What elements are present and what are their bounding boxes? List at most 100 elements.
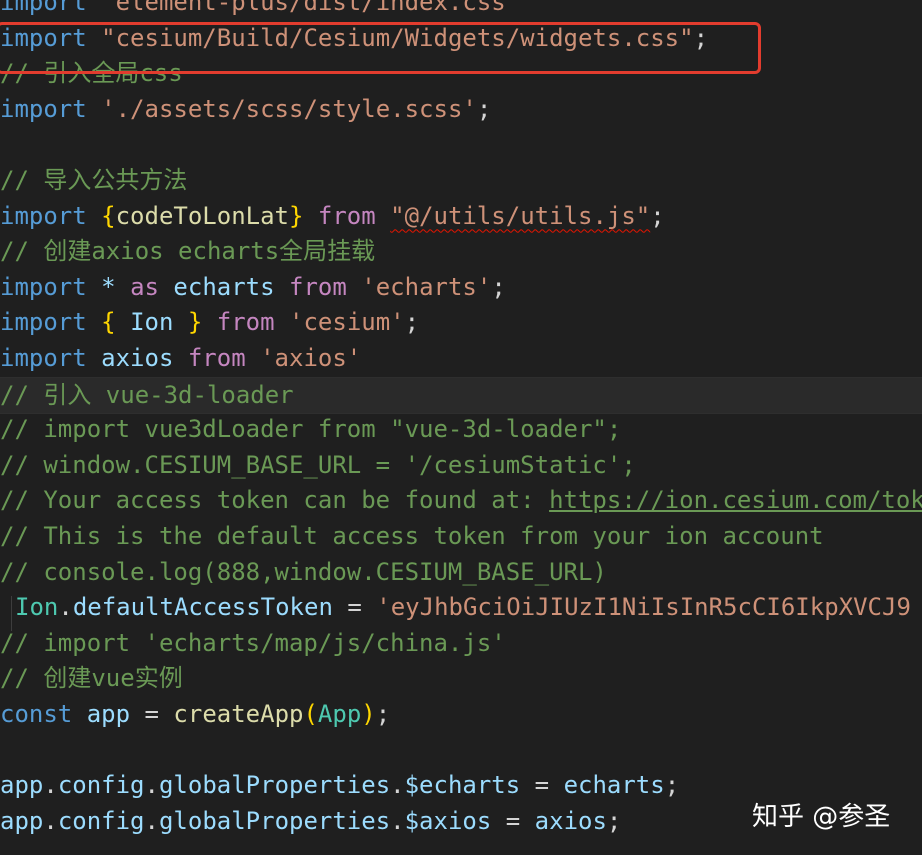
code-line[interactable]: import axios from 'axios'	[0, 341, 922, 376]
code-token: from	[187, 344, 246, 372]
code-line[interactable]: import './assets/scss/style.scss';	[0, 92, 922, 127]
highlight-annotation-box	[0, 22, 761, 74]
code-token: axios	[534, 806, 607, 835]
code-token: codeToLonLat	[115, 201, 289, 230]
code-token: App	[317, 700, 362, 728]
code-token: // 引入 vue-3d-loader	[0, 380, 294, 409]
watermark: 知乎 @参圣	[752, 802, 891, 832]
code-token: config	[57, 806, 145, 835]
code-token: echarts	[563, 771, 665, 800]
code-line[interactable]: // import vue3dLoader from "vue-3d-loade…	[0, 412, 922, 447]
code-line[interactable]: // Your access token can be found at: ht…	[0, 483, 922, 518]
code-token: import	[0, 344, 87, 372]
code-token: .	[390, 806, 405, 835]
code-token: import	[0, 94, 87, 123]
code-token: as	[130, 272, 159, 301]
code-token: =	[491, 806, 535, 835]
code-token: // import vue3dLoader from "vue-3d-loade…	[0, 415, 622, 444]
code-token: ;	[375, 700, 391, 728]
code-line[interactable]: Ion.defaultAccessToken = 'eyJhbGciOiJIUz…	[0, 590, 922, 625]
code-token: app	[86, 700, 131, 728]
code-token: ;	[650, 201, 665, 230]
code-line[interactable]: import * as echarts from 'echarts';	[0, 270, 922, 305]
code-token: .	[58, 593, 73, 622]
code-line[interactable]: import 'element-plus/dist/index.css'	[0, 0, 922, 20]
code-token: config	[57, 771, 145, 800]
code-token: // 创建vue实例	[0, 664, 183, 693]
code-token: $echarts	[404, 771, 521, 800]
code-token: axios	[101, 344, 174, 372]
code-token: {	[101, 201, 116, 230]
code-token: =	[520, 771, 564, 800]
code-token: ;	[664, 771, 680, 800]
code-token: app	[0, 771, 44, 800]
code-line[interactable]: // 创建vue实例	[0, 661, 922, 696]
code-line[interactable]: // 引入 vue-3d-loader	[0, 376, 922, 414]
code-token: createApp	[173, 700, 304, 728]
code-token: }	[289, 201, 304, 230]
code-token: import	[0, 308, 87, 337]
code-token: ;	[491, 272, 506, 301]
code-token: (	[303, 700, 318, 728]
code-token: import	[0, 272, 87, 301]
code-token: defaultAccessToken	[72, 593, 333, 622]
code-token: 'echarts'	[361, 272, 492, 301]
code-line[interactable]	[0, 733, 922, 768]
code-token: // This is the default access token from…	[0, 522, 824, 550]
code-token: // Your access token can be found at:	[0, 486, 550, 515]
code-token: *	[101, 272, 116, 301]
code-token: from	[216, 308, 275, 337]
code-line[interactable]: // 导入公共方法	[0, 163, 922, 198]
code-token: )	[361, 700, 376, 728]
code-token: Ion	[130, 308, 174, 337]
code-token: // 导入公共方法	[0, 166, 188, 194]
code-token: const	[0, 700, 73, 728]
code-token: // window.CESIUM_BASE_URL = '/cesiumStat…	[0, 450, 636, 479]
code-token: 'cesium'	[289, 308, 405, 337]
code-token: {	[101, 308, 116, 337]
code-token: $axios	[404, 806, 492, 835]
code-token: from	[317, 201, 376, 230]
code-token: .	[390, 771, 405, 800]
code-token: Ion	[15, 593, 59, 622]
code-line[interactable]: import {codeToLonLat} from "@/utils/util…	[0, 199, 922, 234]
code-token: =	[332, 593, 377, 622]
code-line[interactable]: // window.CESIUM_BASE_URL = '/cesiumStat…	[0, 448, 922, 483]
code-token: // import 'echarts/map/js/china.js'	[0, 628, 506, 657]
code-line[interactable]: // console.log(888,window.CESIUM_BASE_UR…	[0, 555, 922, 590]
code-token: 'eyJhbGciOiJIUzI1NiIsInR5cCI6IkpXVCJ9	[376, 593, 911, 622]
code-token: from	[289, 272, 347, 301]
code-token: .	[144, 771, 159, 800]
code-editor[interactable]: import 'element-plus/dist/index.css' impo…	[0, 0, 922, 855]
code-token: app	[0, 806, 44, 835]
code-line[interactable]	[0, 127, 922, 162]
code-token: .	[144, 806, 159, 835]
code-token: 'element-plus/dist/index.css'	[101, 0, 521, 16]
code-line[interactable]: // import 'echarts/map/js/china.js'	[0, 626, 922, 661]
code-line[interactable]: const app = createApp(App);	[0, 697, 922, 732]
code-line[interactable]: // This is the default access token from…	[0, 519, 922, 554]
code-token: =	[130, 700, 174, 728]
code-token: "@/utils/utils.js"	[390, 201, 651, 230]
code-token: // 创建axios echarts全局挂载	[0, 237, 376, 266]
code-token: ;	[606, 806, 622, 835]
code-line[interactable]: // 创建axios echarts全局挂载	[0, 234, 922, 269]
code-token: .	[43, 771, 58, 800]
code-token: 'axios'	[260, 344, 362, 372]
code-token: https://ion.cesium.com/tokens	[549, 486, 922, 515]
code-line[interactable]: import { Ion } from 'cesium';	[0, 305, 922, 340]
